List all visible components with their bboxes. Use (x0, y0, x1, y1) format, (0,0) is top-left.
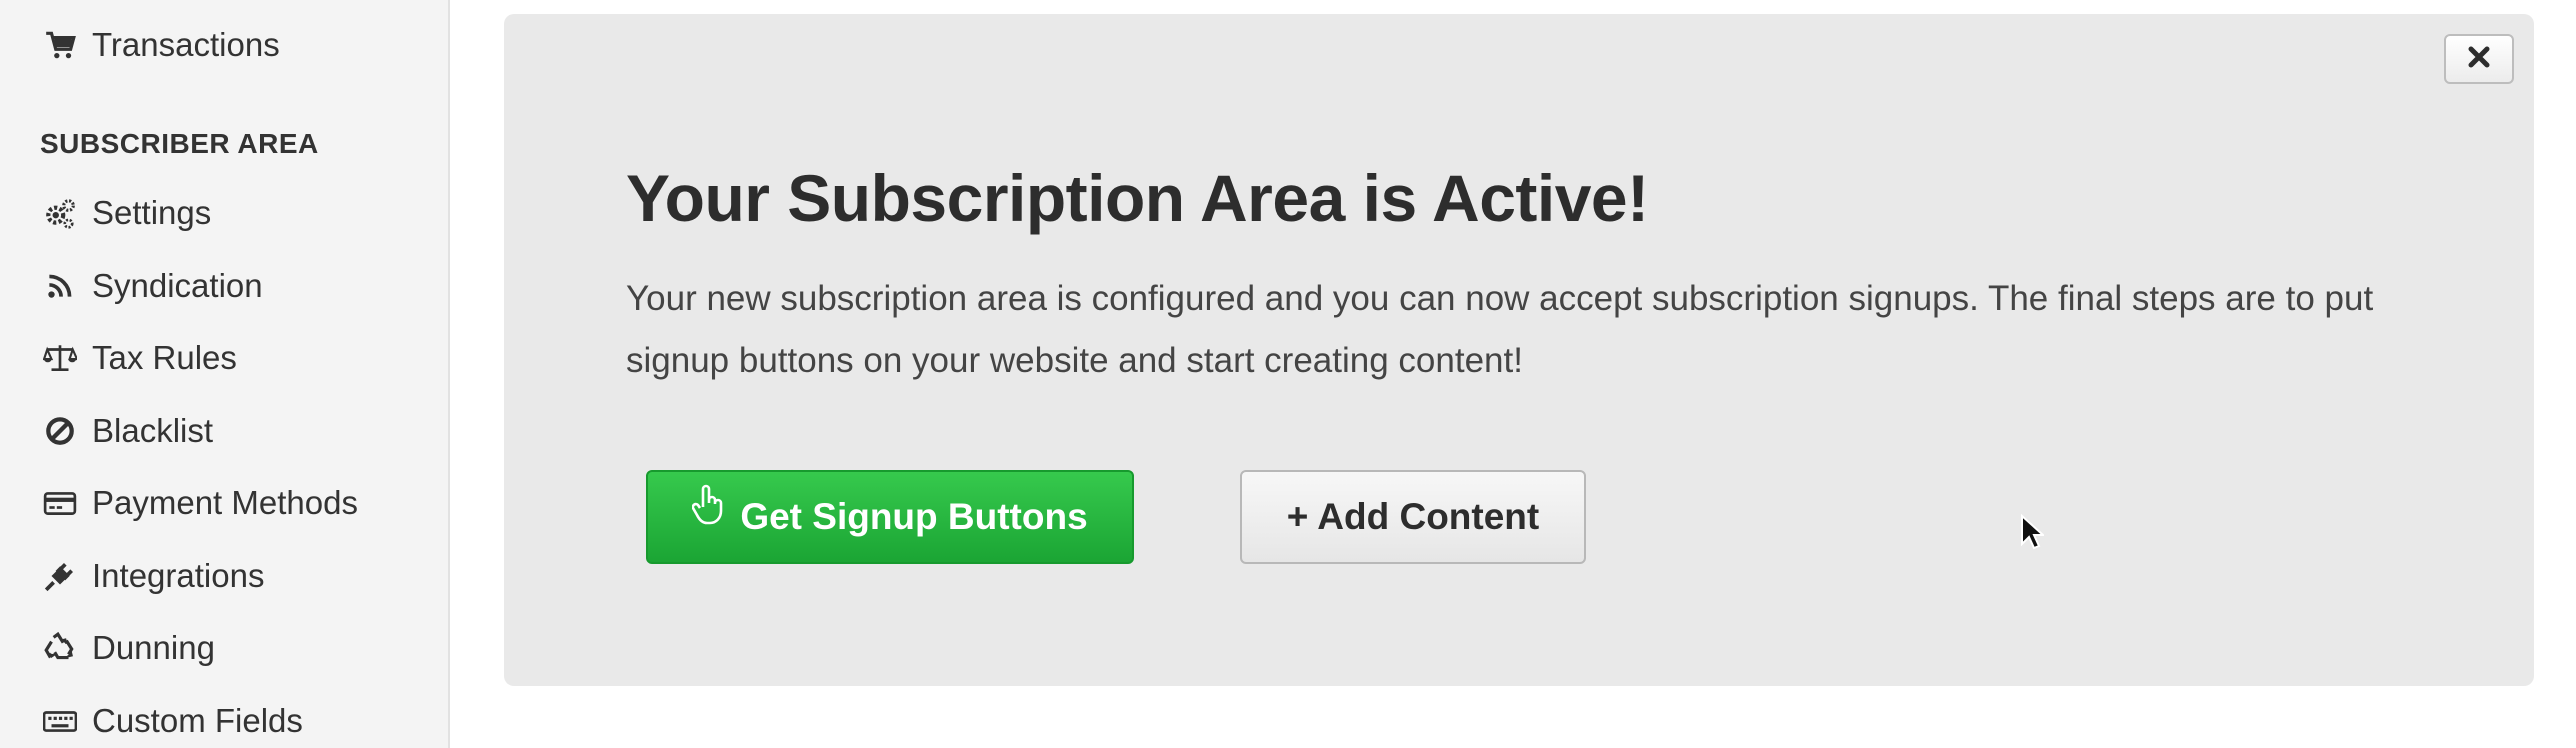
sidebar-item-custom-fields[interactable]: Custom Fields (40, 695, 303, 747)
cart-icon (40, 25, 80, 65)
add-content-button[interactable]: + Add Content (1240, 470, 1586, 564)
sidebar-item-label: Payment Methods (92, 484, 358, 521)
sidebar-item-dunning[interactable]: Dunning (40, 622, 215, 674)
mouse-cursor-icon (2020, 513, 2046, 555)
sidebar-item-label: Syndication (92, 267, 263, 304)
subscription-active-panel: Your Subscription Area is Active! Your n… (504, 14, 2534, 686)
panel-description: Your new subscription area is configured… (626, 279, 2374, 380)
panel-title: Your Subscription Area is Active! (626, 161, 1649, 235)
scale-icon (40, 338, 80, 378)
gears-icon (40, 193, 80, 233)
sidebar: Transactions SUBSCRIBER AREA Settings Sy… (0, 0, 450, 748)
sidebar-item-blacklist[interactable]: Blacklist (40, 405, 213, 457)
sidebar-item-label: Integrations (92, 557, 265, 594)
sidebar-item-transactions[interactable]: Transactions (40, 19, 280, 71)
sidebar-item-label: Transactions (92, 26, 280, 63)
sidebar-item-label: Tax Rules (92, 339, 237, 376)
plug-icon (40, 556, 80, 596)
rss-icon (40, 266, 80, 306)
pointer-hand-icon (691, 483, 726, 536)
section-header-subscriber-area: SUBSCRIBER AREA (40, 128, 319, 159)
sidebar-item-label: Custom Fields (92, 702, 303, 739)
credit-card-icon (40, 483, 80, 523)
get-signup-buttons-label: Get Signup Buttons (740, 496, 1088, 537)
recycle-icon (40, 628, 80, 668)
ban-icon (40, 411, 80, 451)
sidebar-item-label: Dunning (92, 629, 215, 666)
sidebar-item-syndication[interactable]: Syndication (40, 260, 263, 312)
sidebar-item-settings[interactable]: Settings (40, 187, 211, 239)
sidebar-item-label: Blacklist (92, 412, 214, 449)
get-signup-buttons-button[interactable]: Get Signup Buttons (646, 470, 1134, 564)
close-icon (2467, 45, 2491, 74)
sidebar-item-tax-rules[interactable]: Tax Rules (40, 332, 237, 384)
sidebar-item-label: Settings (92, 194, 212, 231)
sidebar-item-payment-methods[interactable]: Payment Methods (40, 477, 358, 529)
close-button[interactable] (2444, 34, 2514, 84)
keyboard-icon (40, 701, 80, 741)
add-content-label: + Add Content (1286, 496, 1540, 537)
sidebar-item-integrations[interactable]: Integrations (40, 550, 264, 602)
